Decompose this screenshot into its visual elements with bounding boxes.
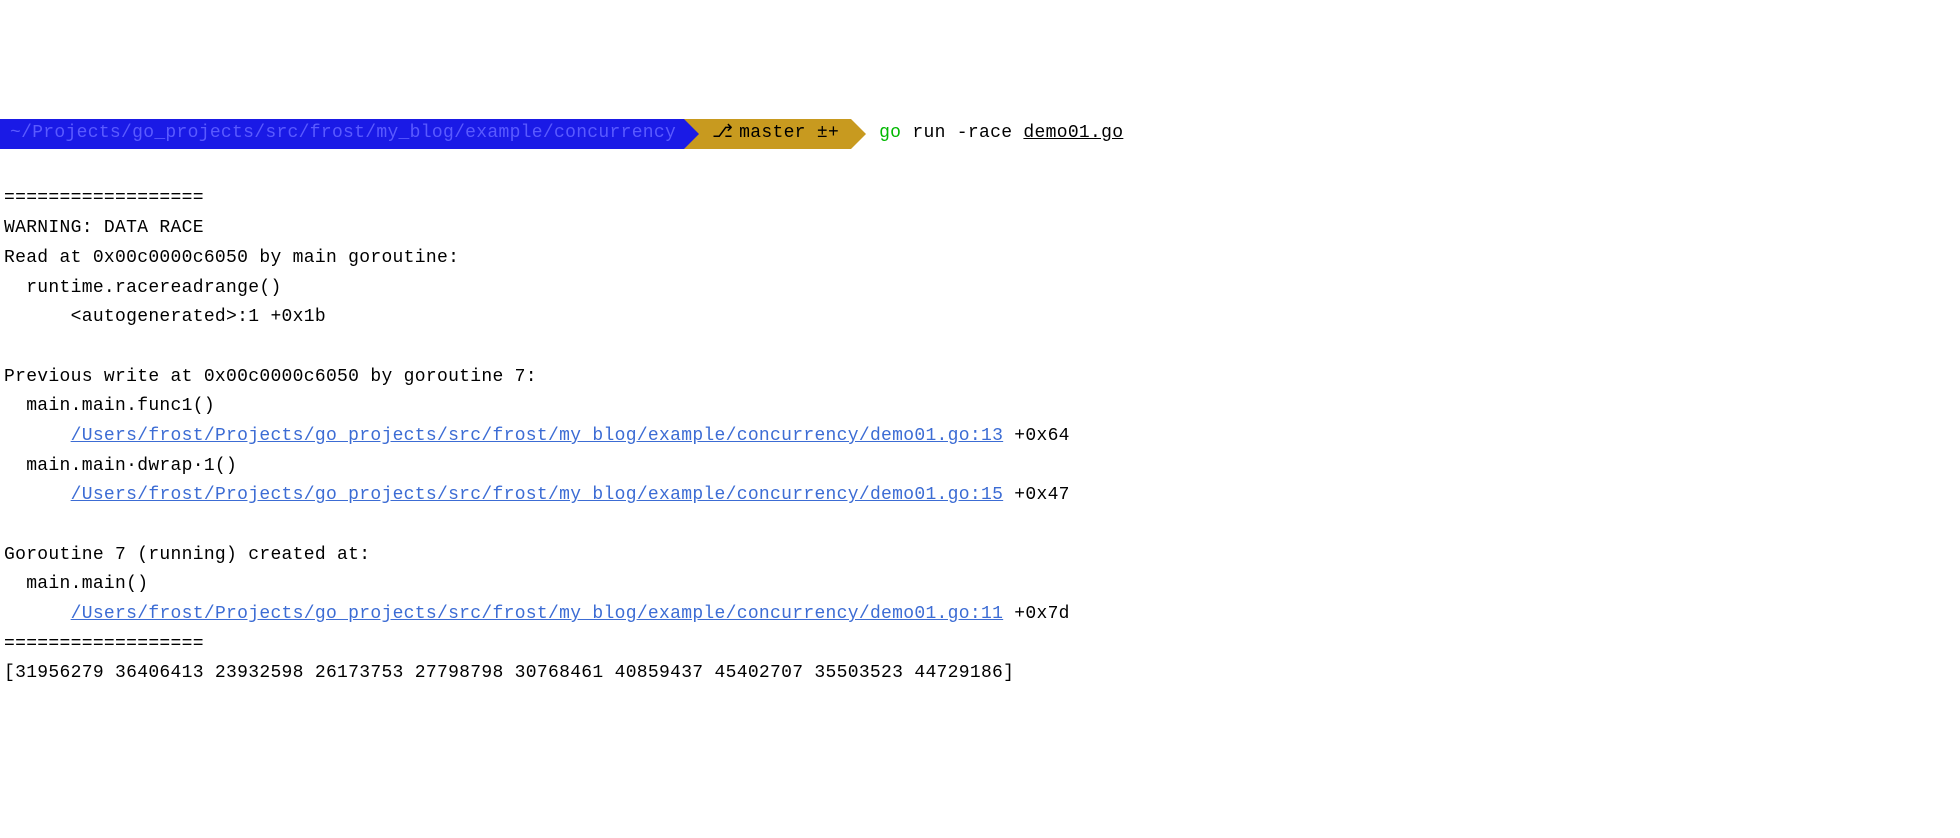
prev-write-fn2: main.main·dwrap·1()	[4, 456, 237, 476]
separator-line: ==================	[4, 634, 204, 654]
prompt-line: ~/Projects/go_projects/src/frost/my_blog…	[0, 119, 1960, 149]
command-executable: go	[879, 119, 901, 149]
separator-line: ==================	[4, 188, 204, 208]
current-path: ~/Projects/go_projects/src/frost/my_blog…	[10, 119, 676, 149]
offset-value: +0x7d	[1003, 604, 1070, 624]
terminal-output: ================== WARNING: DATA RACE Re…	[0, 182, 1960, 689]
source-link[interactable]: /Users/frost/Projects/go_projects/src/fr…	[71, 485, 1004, 505]
goroutine-header: Goroutine 7 (running) created at:	[4, 545, 370, 565]
command-filename: demo01.go	[1023, 119, 1123, 149]
source-link[interactable]: /Users/frost/Projects/go_projects/src/fr…	[71, 426, 1004, 446]
command-args: run -race	[901, 119, 1023, 149]
offset-value: +0x47	[1003, 485, 1070, 505]
prev-write-fn1: main.main.func1()	[4, 396, 215, 416]
path-segment: ~/Projects/go_projects/src/frost/my_blog…	[0, 119, 684, 149]
git-branch-icon: ⎇	[712, 119, 733, 149]
read-location: Read at 0x00c0000c6050 by main goroutine…	[4, 248, 459, 268]
read-function: runtime.racereadrange()	[4, 278, 282, 298]
branch-segment: ⎇master ±+	[684, 119, 851, 149]
read-source-loc: <autogenerated>:1 +0x1b	[4, 307, 326, 327]
warning-header: WARNING: DATA RACE	[4, 218, 204, 238]
result-array: [31956279 36406413 23932598 26173753 277…	[4, 663, 1014, 683]
source-link[interactable]: /Users/frost/Projects/go_projects/src/fr…	[71, 604, 1004, 624]
branch-name: master ±+	[739, 119, 839, 149]
prev-write-header: Previous write at 0x00c0000c6050 by goro…	[4, 367, 537, 387]
command-input[interactable]: go run -race demo01.go	[851, 119, 1123, 149]
goroutine-fn: main.main()	[4, 574, 148, 594]
offset-value: +0x64	[1003, 426, 1070, 446]
